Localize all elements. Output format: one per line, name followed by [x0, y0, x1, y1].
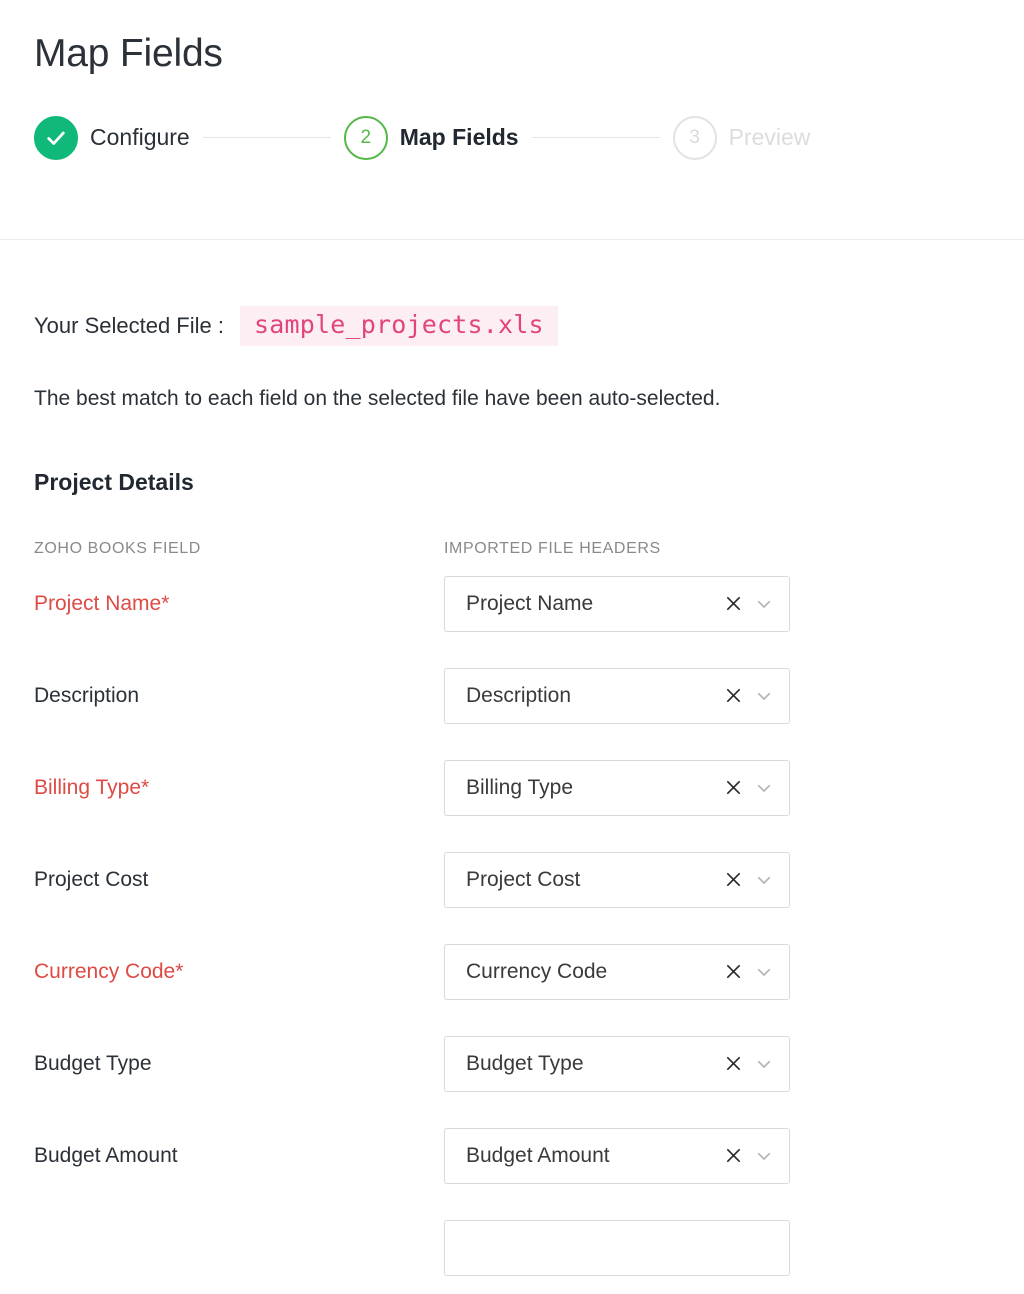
table-row: Project Name* Project Name — [34, 558, 1024, 650]
mapping-select-value: Project Name — [466, 591, 594, 615]
mapping-select-project-cost[interactable]: Project Cost — [444, 851, 790, 908]
field-label-project-name: Project Name* — [34, 591, 170, 615]
section-title-project-details: Project Details — [34, 468, 194, 495]
mapping-select-value: Currency Code — [466, 959, 608, 983]
step-preview-label: Preview — [728, 124, 811, 151]
mapping-cell: Currency Code — [444, 943, 790, 1000]
mapping-cell — [444, 1219, 790, 1276]
chevron-down-icon[interactable] — [753, 593, 775, 615]
close-icon[interactable] — [723, 778, 743, 798]
close-icon[interactable] — [723, 594, 743, 614]
table-header-row: ZOHO BOOKS FIELD IMPORTED FILE HEADERS — [34, 540, 1024, 558]
field-label-billing-type: Billing Type* — [34, 775, 150, 799]
close-icon[interactable] — [723, 962, 743, 982]
mapping-select-value: Project Cost — [466, 867, 581, 891]
field-label-currency-code: Currency Code* — [34, 959, 184, 983]
step-connector-2 — [531, 137, 660, 139]
table-row — [34, 1202, 1024, 1294]
close-icon[interactable] — [723, 686, 743, 706]
field-label-cell: Project Cost — [34, 868, 444, 892]
check-icon — [34, 115, 78, 160]
step-map-fields[interactable]: 2 Map Fields — [343, 115, 519, 160]
chevron-down-icon[interactable] — [753, 961, 775, 983]
field-mapping-table: ZOHO BOOKS FIELD IMPORTED FILE HEADERS P… — [34, 540, 1024, 1294]
close-icon[interactable] — [723, 1054, 743, 1074]
field-label-cell: Budget Type — [34, 1052, 444, 1076]
table-row: Budget Amount Budget Amount — [34, 1110, 1024, 1202]
selected-file-name: sample_projects.xls — [239, 306, 558, 346]
chevron-down-icon[interactable] — [753, 1145, 775, 1167]
close-icon[interactable] — [723, 870, 743, 890]
mapping-cell: Project Name — [444, 575, 790, 632]
field-label-cell: Project Name* — [34, 592, 444, 616]
selected-file-label: Your Selected File : — [34, 312, 224, 338]
close-icon[interactable] — [723, 1146, 743, 1166]
field-label-cell: Currency Code* — [34, 960, 444, 984]
selected-file-row: Your Selected File : sample_projects.xls — [34, 306, 1024, 346]
step-connector-1 — [202, 137, 331, 139]
field-label-budget-amount: Budget Amount — [34, 1143, 178, 1167]
mapping-select-currency-code[interactable]: Currency Code — [444, 943, 790, 1000]
page-header: Map Fields Configure 2 Map Fields 3 Prev… — [0, 0, 1024, 240]
mapping-select-value: Billing Type — [466, 775, 574, 799]
mapping-select-value: Budget Type — [466, 1051, 584, 1075]
field-label-cell: Billing Type* — [34, 776, 444, 800]
step-number-2: 2 — [343, 115, 388, 160]
mapping-select-value: Budget Amount — [466, 1143, 610, 1167]
mapping-select-budget-type[interactable]: Budget Type — [444, 1035, 790, 1092]
table-row: Project Cost Project Cost — [34, 834, 1024, 926]
column-header-zoho-books-field: ZOHO BOOKS FIELD — [34, 539, 201, 557]
mapping-select-project-name[interactable]: Project Name — [444, 575, 790, 632]
chevron-down-icon[interactable] — [753, 869, 775, 891]
chevron-down-icon[interactable] — [753, 777, 775, 799]
help-text: The best match to each field on the sele… — [34, 386, 721, 410]
mapping-select-value: Description — [466, 683, 572, 707]
step-configure[interactable]: Configure — [34, 115, 190, 160]
step-map-fields-label: Map Fields — [399, 124, 519, 151]
mapping-cell: Description — [444, 667, 790, 724]
mapping-select-billing-type[interactable]: Billing Type — [444, 759, 790, 816]
field-label-budget-type: Budget Type — [34, 1051, 152, 1075]
mapping-select-next[interactable] — [444, 1219, 790, 1276]
field-label-description: Description — [34, 683, 140, 707]
mapping-select-budget-amount[interactable]: Budget Amount — [444, 1127, 790, 1184]
mapping-cell: Billing Type — [444, 759, 790, 816]
step-preview[interactable]: 3 Preview — [672, 115, 811, 160]
step-number-3: 3 — [672, 115, 717, 160]
mapping-cell: Budget Type — [444, 1035, 790, 1092]
mapping-cell: Budget Amount — [444, 1127, 790, 1184]
field-label-cell: Description — [34, 684, 444, 708]
mapping-cell: Project Cost — [444, 851, 790, 908]
chevron-down-icon[interactable] — [753, 1053, 775, 1075]
table-row: Budget Type Budget Type — [34, 1018, 1024, 1110]
field-label-project-cost: Project Cost — [34, 867, 149, 891]
mapping-select-description[interactable]: Description — [444, 667, 790, 724]
chevron-down-icon[interactable] — [753, 685, 775, 707]
table-row: Billing Type* Billing Type — [34, 742, 1024, 834]
page-content: Your Selected File : sample_projects.xls… — [0, 306, 1024, 1294]
table-row: Description Description — [34, 650, 1024, 742]
field-label-cell: Budget Amount — [34, 1144, 444, 1168]
wizard-stepper: Configure 2 Map Fields 3 Preview — [34, 115, 1024, 160]
column-header-imported-file-headers: IMPORTED FILE HEADERS — [444, 539, 661, 557]
table-row: Currency Code* Currency Code — [34, 926, 1024, 1018]
step-configure-label: Configure — [90, 124, 190, 151]
page-title: Map Fields — [34, 32, 223, 75]
